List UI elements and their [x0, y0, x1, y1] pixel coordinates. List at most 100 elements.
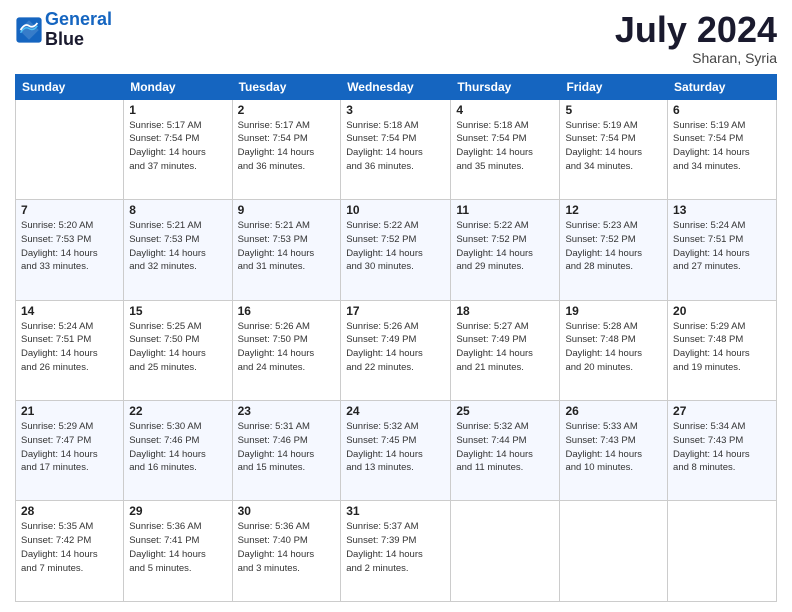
day-number: 9	[238, 203, 336, 217]
cell-info: Sunrise: 5:21 AM Sunset: 7:53 PM Dayligh…	[129, 219, 226, 274]
calendar-cell	[16, 99, 124, 199]
calendar-cell: 5 Sunrise: 5:19 AM Sunset: 7:54 PM Daylig…	[560, 99, 668, 199]
title-block: July 2024 Sharan, Syria	[615, 10, 777, 66]
calendar-cell: 10 Sunrise: 5:22 AM Sunset: 7:52 PM Dayli…	[341, 200, 451, 300]
day-number: 6	[673, 103, 771, 117]
cell-info: Sunrise: 5:19 AM Sunset: 7:54 PM Dayligh…	[673, 119, 771, 174]
location-subtitle: Sharan, Syria	[615, 50, 777, 66]
cell-info: Sunrise: 5:37 AM Sunset: 7:39 PM Dayligh…	[346, 520, 445, 575]
cell-info: Sunrise: 5:24 AM Sunset: 7:51 PM Dayligh…	[21, 320, 118, 375]
column-header-thursday: Thursday	[451, 74, 560, 99]
day-number: 12	[565, 203, 662, 217]
calendar-cell: 16 Sunrise: 5:26 AM Sunset: 7:50 PM Dayli…	[232, 300, 341, 400]
cell-info: Sunrise: 5:19 AM Sunset: 7:54 PM Dayligh…	[565, 119, 662, 174]
cell-info: Sunrise: 5:17 AM Sunset: 7:54 PM Dayligh…	[129, 119, 226, 174]
column-header-sunday: Sunday	[16, 74, 124, 99]
cell-info: Sunrise: 5:26 AM Sunset: 7:49 PM Dayligh…	[346, 320, 445, 375]
day-number: 11	[456, 203, 554, 217]
calendar-cell: 30 Sunrise: 5:36 AM Sunset: 7:40 PM Dayli…	[232, 501, 341, 602]
cell-info: Sunrise: 5:27 AM Sunset: 7:49 PM Dayligh…	[456, 320, 554, 375]
cell-info: Sunrise: 5:32 AM Sunset: 7:45 PM Dayligh…	[346, 420, 445, 475]
day-number: 8	[129, 203, 226, 217]
day-number: 20	[673, 304, 771, 318]
day-number: 4	[456, 103, 554, 117]
day-number: 24	[346, 404, 445, 418]
cell-info: Sunrise: 5:36 AM Sunset: 7:41 PM Dayligh…	[129, 520, 226, 575]
cell-info: Sunrise: 5:29 AM Sunset: 7:47 PM Dayligh…	[21, 420, 118, 475]
calendar-cell: 4Sunrise: 5:18 AM Sunset: 7:54 PM Daylig…	[451, 99, 560, 199]
cell-info: Sunrise: 5:32 AM Sunset: 7:44 PM Dayligh…	[456, 420, 554, 475]
calendar-cell: 14 Sunrise: 5:24 AM Sunset: 7:51 PM Dayli…	[16, 300, 124, 400]
day-number: 15	[129, 304, 226, 318]
day-number: 28	[21, 504, 118, 518]
calendar-cell: 29 Sunrise: 5:36 AM Sunset: 7:41 PM Dayli…	[124, 501, 232, 602]
day-number: 26	[565, 404, 662, 418]
calendar-cell: 20 Sunrise: 5:29 AM Sunset: 7:48 PM Dayli…	[668, 300, 777, 400]
cell-info: Sunrise: 5:31 AM Sunset: 7:46 PM Dayligh…	[238, 420, 336, 475]
cell-info: Sunrise: 5:22 AM Sunset: 7:52 PM Dayligh…	[346, 219, 445, 274]
cell-info: Sunrise: 5:35 AM Sunset: 7:42 PM Dayligh…	[21, 520, 118, 575]
page: General Blue July 2024 Sharan, Syria Sun…	[0, 0, 792, 612]
calendar-cell: 17Sunrise: 5:26 AM Sunset: 7:49 PM Dayli…	[341, 300, 451, 400]
column-header-monday: Monday	[124, 74, 232, 99]
cell-info: Sunrise: 5:28 AM Sunset: 7:48 PM Dayligh…	[565, 320, 662, 375]
day-number: 27	[673, 404, 771, 418]
calendar-cell: 8 Sunrise: 5:21 AM Sunset: 7:53 PM Daylig…	[124, 200, 232, 300]
day-number: 2	[238, 103, 336, 117]
logo-line1: General	[45, 9, 112, 29]
calendar-cell: 9Sunrise: 5:21 AM Sunset: 7:53 PM Daylig…	[232, 200, 341, 300]
calendar-cell: 31 Sunrise: 5:37 AM Sunset: 7:39 PM Dayli…	[341, 501, 451, 602]
day-number: 3	[346, 103, 445, 117]
calendar-cell: 26 Sunrise: 5:33 AM Sunset: 7:43 PM Dayli…	[560, 401, 668, 501]
cell-info: Sunrise: 5:33 AM Sunset: 7:43 PM Dayligh…	[565, 420, 662, 475]
logo-text: General Blue	[45, 10, 112, 50]
day-number: 29	[129, 504, 226, 518]
calendar-cell: 27 Sunrise: 5:34 AM Sunset: 7:43 PM Dayli…	[668, 401, 777, 501]
day-number: 31	[346, 504, 445, 518]
day-number: 30	[238, 504, 336, 518]
cell-info: Sunrise: 5:18 AM Sunset: 7:54 PM Dayligh…	[346, 119, 445, 174]
day-number: 16	[238, 304, 336, 318]
column-header-tuesday: Tuesday	[232, 74, 341, 99]
calendar-cell: 6 Sunrise: 5:19 AM Sunset: 7:54 PM Daylig…	[668, 99, 777, 199]
calendar-cell: 7 Sunrise: 5:20 AM Sunset: 7:53 PM Daylig…	[16, 200, 124, 300]
cell-info: Sunrise: 5:23 AM Sunset: 7:52 PM Dayligh…	[565, 219, 662, 274]
cell-info: Sunrise: 5:25 AM Sunset: 7:50 PM Dayligh…	[129, 320, 226, 375]
column-header-wednesday: Wednesday	[341, 74, 451, 99]
week-row-2: 7 Sunrise: 5:20 AM Sunset: 7:53 PM Daylig…	[16, 200, 777, 300]
calendar-cell: 15 Sunrise: 5:25 AM Sunset: 7:50 PM Dayli…	[124, 300, 232, 400]
calendar-table: SundayMondayTuesdayWednesdayThursdayFrid…	[15, 74, 777, 602]
cell-info: Sunrise: 5:30 AM Sunset: 7:46 PM Dayligh…	[129, 420, 226, 475]
calendar-cell: 13Sunrise: 5:24 AM Sunset: 7:51 PM Dayli…	[668, 200, 777, 300]
day-number: 25	[456, 404, 554, 418]
logo-icon	[15, 16, 43, 44]
header-row: SundayMondayTuesdayWednesdayThursdayFrid…	[16, 74, 777, 99]
cell-info: Sunrise: 5:26 AM Sunset: 7:50 PM Dayligh…	[238, 320, 336, 375]
calendar-cell: 2Sunrise: 5:17 AM Sunset: 7:54 PM Daylig…	[232, 99, 341, 199]
cell-info: Sunrise: 5:20 AM Sunset: 7:53 PM Dayligh…	[21, 219, 118, 274]
header: General Blue July 2024 Sharan, Syria	[15, 10, 777, 66]
cell-info: Sunrise: 5:36 AM Sunset: 7:40 PM Dayligh…	[238, 520, 336, 575]
day-number: 10	[346, 203, 445, 217]
month-title: July 2024	[615, 10, 777, 50]
cell-info: Sunrise: 5:29 AM Sunset: 7:48 PM Dayligh…	[673, 320, 771, 375]
calendar-cell: 22 Sunrise: 5:30 AM Sunset: 7:46 PM Dayli…	[124, 401, 232, 501]
calendar-cell: 21Sunrise: 5:29 AM Sunset: 7:47 PM Dayli…	[16, 401, 124, 501]
calendar-cell	[451, 501, 560, 602]
day-number: 7	[21, 203, 118, 217]
calendar-cell: 25 Sunrise: 5:32 AM Sunset: 7:44 PM Dayli…	[451, 401, 560, 501]
day-number: 22	[129, 404, 226, 418]
calendar-cell: 23Sunrise: 5:31 AM Sunset: 7:46 PM Dayli…	[232, 401, 341, 501]
day-number: 5	[565, 103, 662, 117]
cell-info: Sunrise: 5:34 AM Sunset: 7:43 PM Dayligh…	[673, 420, 771, 475]
week-row-3: 14 Sunrise: 5:24 AM Sunset: 7:51 PM Dayli…	[16, 300, 777, 400]
cell-info: Sunrise: 5:24 AM Sunset: 7:51 PM Dayligh…	[673, 219, 771, 274]
cell-info: Sunrise: 5:22 AM Sunset: 7:52 PM Dayligh…	[456, 219, 554, 274]
logo-line2: Blue	[45, 30, 112, 50]
week-row-4: 21Sunrise: 5:29 AM Sunset: 7:47 PM Dayli…	[16, 401, 777, 501]
column-header-saturday: Saturday	[668, 74, 777, 99]
calendar-cell	[560, 501, 668, 602]
day-number: 14	[21, 304, 118, 318]
calendar-cell: 12 Sunrise: 5:23 AM Sunset: 7:52 PM Dayli…	[560, 200, 668, 300]
day-number: 1	[129, 103, 226, 117]
